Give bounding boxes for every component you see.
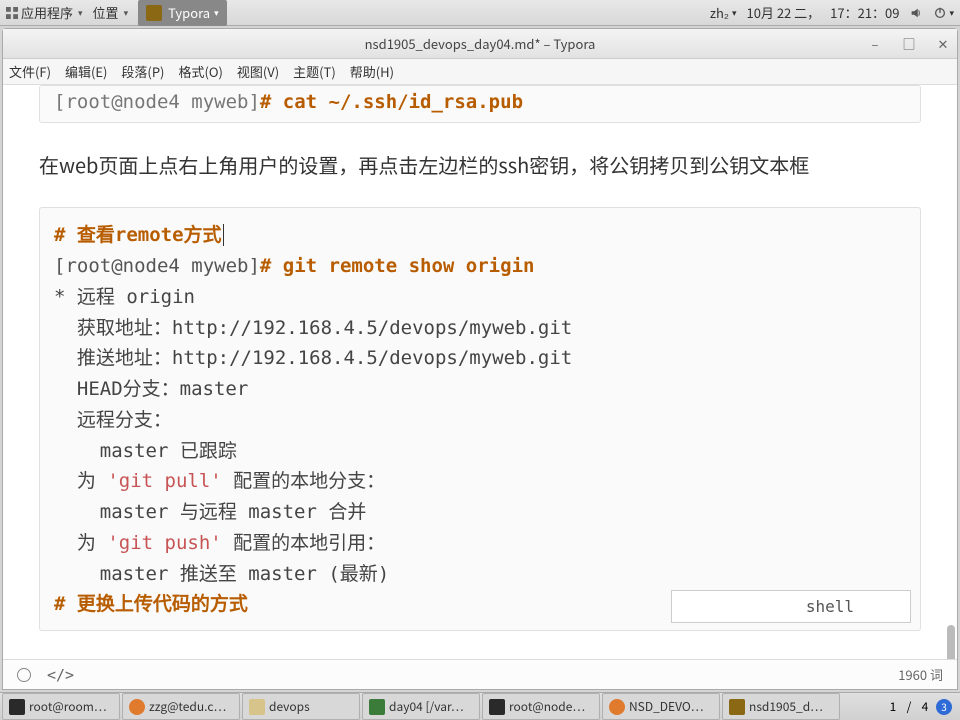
code-block[interactable]: # 查看remote方式 [root@node4 myweb]# git rem… <box>39 207 921 631</box>
menu-help[interactable]: 帮助(H) <box>350 62 394 81</box>
taskbar-item-firefox[interactable]: NSD_DEVO… <box>602 693 720 720</box>
taskbar-item-typora[interactable]: nsd1905_d… <box>722 693 840 720</box>
chevron-down-icon: ▾ <box>214 6 219 19</box>
app-menubar: 文件(F) 编辑(E) 段落(P) 格式(O) 视图(V) 主题(T) 帮助(H… <box>3 59 957 85</box>
shell-prompt: [root@node4 myweb] <box>54 255 260 277</box>
pycharm-icon <box>369 699 385 715</box>
code-comment: # 更换上传代码的方式 <box>54 593 248 615</box>
power-icon[interactable]: ▾ <box>933 6 954 20</box>
editor-area[interactable]: [root@node4 myweb]# cat ~/.ssh/id_rsa.pu… <box>3 85 957 659</box>
applications-menu[interactable]: 应用程序 <box>6 3 83 22</box>
workspace-switcher[interactable]: 1 / 4 3 <box>882 693 958 720</box>
shell-prompt: [root@node4 myweb] <box>54 91 260 113</box>
places-label: 位置 <box>93 3 119 22</box>
statusbar: </> 1960 词 <box>3 659 957 689</box>
menu-theme[interactable]: 主题(T) <box>293 62 336 81</box>
active-app-indicator[interactable]: Typora ▾ <box>138 0 227 26</box>
typora-icon <box>146 5 162 21</box>
places-menu[interactable]: 位置 <box>93 3 129 22</box>
taskbar-item-firefox[interactable]: zzg@tedu.c… <box>122 693 240 720</box>
code-line: 获取地址：http://192.168.4.5/devops/myweb.git <box>54 313 906 344</box>
firefox-icon <box>129 699 145 715</box>
code-line: * 远程 origin <box>54 282 906 313</box>
window-titlebar[interactable]: nsd1905_devops_day04.md* – Typora – □ ✕ <box>3 29 957 59</box>
minimize-button[interactable]: – <box>867 34 883 53</box>
word-count[interactable]: 1960 词 <box>898 665 943 684</box>
folder-icon <box>249 699 265 715</box>
apps-icon <box>6 7 18 19</box>
sidebar-toggle-icon[interactable] <box>17 668 31 682</box>
code-block[interactable]: [root@node4 myweb]# cat ~/.ssh/id_rsa.pu… <box>39 85 921 123</box>
menu-view[interactable]: 视图(V) <box>237 62 279 81</box>
terminal-icon <box>489 699 505 715</box>
code-line: 推送地址：http://192.168.4.5/devops/myweb.git <box>54 343 906 374</box>
input-method-indicator[interactable]: zh₂▾ <box>710 3 737 22</box>
code-line: 远程分支： <box>54 405 906 436</box>
desktop-top-bar: 应用程序 位置 Typora ▾ zh₂▾ 10月 22 二， 17：21：09… <box>0 0 960 26</box>
code-line: master 推送至 master (最新) <box>54 559 906 590</box>
terminal-icon <box>9 699 25 715</box>
source-mode-toggle-icon[interactable]: </> <box>47 666 74 684</box>
shell-command: # git remote show origin <box>260 255 535 277</box>
chevron-down-icon: ▾ <box>949 6 954 19</box>
taskbar-item-terminal[interactable]: root@room… <box>2 693 120 720</box>
close-button[interactable]: ✕ <box>935 34 951 53</box>
code-language-input[interactable]: shell <box>671 590 911 623</box>
desktop-taskbar: root@room… zzg@tedu.c… devops day04 [/va… <box>0 692 960 720</box>
menu-format[interactable]: 格式(O) <box>178 62 222 81</box>
code-comment: # 查看remote方式 <box>54 224 222 246</box>
code-line: HEAD分支：master <box>54 374 906 405</box>
firefox-icon <box>609 699 625 715</box>
maximize-button[interactable]: □ <box>901 34 917 53</box>
notification-badge[interactable]: 3 <box>936 699 952 715</box>
shell-command: # cat ~/.ssh/id_rsa.pub <box>260 91 523 113</box>
window-title: nsd1905_devops_day04.md* – Typora <box>365 34 596 53</box>
taskbar-item-files[interactable]: devops <box>242 693 360 720</box>
time-indicator[interactable]: 17：21：09 <box>830 3 899 22</box>
code-line: master 已跟踪 <box>54 436 906 467</box>
menu-edit[interactable]: 编辑(E) <box>65 62 107 81</box>
taskbar-item-pycharm[interactable]: day04 [/var… <box>362 693 480 720</box>
typora-icon <box>729 699 745 715</box>
applications-label: 应用程序 <box>21 3 73 22</box>
paragraph-text[interactable]: 在web页面上点右上角用户的设置，再点击左边栏的ssh密钥，将公钥拷贝到公钥文本… <box>39 149 921 181</box>
code-line: master 与远程 master 合并 <box>54 497 906 528</box>
menu-file[interactable]: 文件(F) <box>9 62 51 81</box>
scrollbar-thumb[interactable] <box>947 625 955 659</box>
menu-paragraph[interactable]: 段落(P) <box>121 62 164 81</box>
chevron-down-icon: ▾ <box>732 6 737 19</box>
date-indicator[interactable]: 10月 22 二， <box>746 3 820 22</box>
typora-window: nsd1905_devops_day04.md* – Typora – □ ✕ … <box>2 28 958 690</box>
volume-icon[interactable] <box>909 6 923 20</box>
code-line: 为 'git push' 配置的本地引用： <box>54 528 906 559</box>
taskbar-item-terminal[interactable]: root@node… <box>482 693 600 720</box>
active-app-label: Typora <box>168 3 210 22</box>
code-line: 为 'git pull' 配置的本地分支： <box>54 466 906 497</box>
